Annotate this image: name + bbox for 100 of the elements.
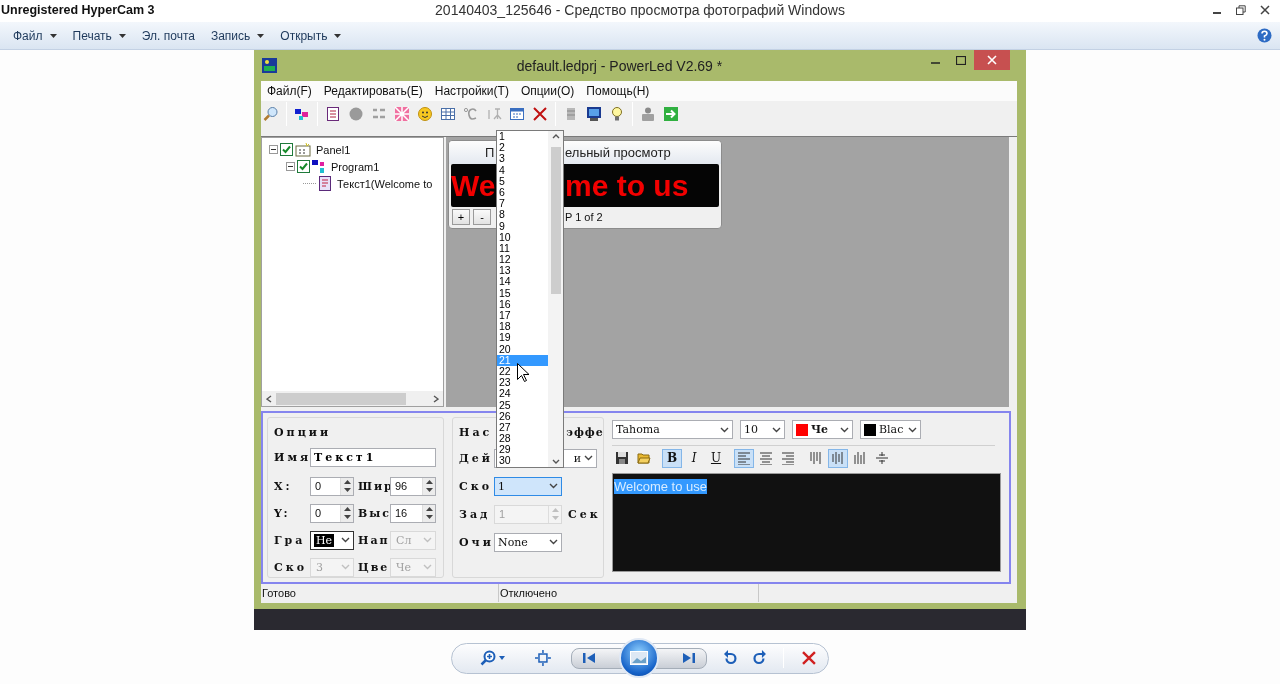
list-option[interactable]: 3 <box>497 153 548 165</box>
list-option[interactable]: 14 <box>497 276 548 288</box>
name-field[interactable]: Текст1 <box>310 447 436 467</box>
scroll-left-icon[interactable] <box>266 394 272 403</box>
list-option[interactable]: 7 <box>497 198 548 210</box>
dropdown-field[interactable]: 1 <box>494 476 562 496</box>
table-icon[interactable] <box>440 106 456 122</box>
list-option[interactable]: 8 <box>497 209 548 221</box>
list-option[interactable]: 4 <box>497 164 548 176</box>
chevron-icon[interactable] <box>549 539 558 545</box>
spin-field[interactable]: 0 <box>310 476 354 496</box>
scrollbar-thumb[interactable] <box>550 147 561 294</box>
computer-user-icon[interactable] <box>640 106 656 122</box>
smiley-icon[interactable] <box>417 106 433 122</box>
menu-item[interactable]: Запись <box>203 26 272 45</box>
chevron-icon[interactable] <box>772 426 781 433</box>
dropdown-field[interactable]: Не <box>310 530 354 550</box>
zoom-button[interactable]: + <box>452 209 470 225</box>
menu-item[interactable]: Помощь(H) <box>580 84 656 98</box>
chevron-icon[interactable] <box>549 483 558 489</box>
caret-icon[interactable] <box>49 33 57 38</box>
scrollbar-thumb[interactable] <box>276 392 406 405</box>
list-option[interactable]: 26 <box>497 410 548 422</box>
tree-item-label[interactable]: Panel1 <box>316 143 351 156</box>
monitor-icon[interactable] <box>586 106 602 122</box>
underline-button[interactable]: U <box>706 448 726 468</box>
menu-item[interactable]: Настройки(T) <box>428 84 515 98</box>
close-icon[interactable] <box>1260 5 1270 15</box>
bold-button[interactable]: B <box>662 448 682 468</box>
list-option[interactable]: 29 <box>497 444 548 456</box>
menu-item[interactable]: Файл(F) <box>261 84 318 98</box>
color-select[interactable]: Че <box>792 420 853 439</box>
list-option[interactable]: 16 <box>497 298 548 310</box>
delete-icon[interactable] <box>802 651 816 665</box>
list-option[interactable]: 19 <box>497 332 548 344</box>
list-option[interactable]: 28 <box>497 433 548 445</box>
spin-down-icon[interactable] <box>343 488 351 493</box>
collapse-icon[interactable] <box>286 162 295 171</box>
list-option[interactable]: 25 <box>497 399 548 411</box>
spin-up-icon[interactable] <box>425 479 433 484</box>
fit-to-window-icon[interactable] <box>535 650 551 666</box>
list-option[interactable]: 17 <box>497 310 548 322</box>
chevron-icon[interactable] <box>840 426 849 433</box>
pattern-icon[interactable] <box>394 106 410 122</box>
list-option[interactable]: 20 <box>497 343 548 355</box>
chevron-icon[interactable] <box>341 537 350 543</box>
size-select[interactable]: 10 <box>740 420 785 439</box>
menu-item[interactable]: Печать <box>65 26 133 45</box>
list-option[interactable]: 18 <box>497 321 548 333</box>
list-option[interactable]: 11 <box>497 242 548 255</box>
checkbox[interactable] <box>280 143 293 156</box>
spin-down-icon[interactable] <box>343 515 351 520</box>
slideshow-button[interactable] <box>619 638 660 678</box>
background-select[interactable]: Blac <box>860 420 921 439</box>
zoom-button[interactable]: - <box>473 209 491 225</box>
next-icon[interactable] <box>682 653 697 663</box>
chevron-icon[interactable] <box>584 455 593 461</box>
list-option[interactable]: 24 <box>497 388 548 400</box>
scroll-right-icon[interactable] <box>433 394 439 403</box>
restore-icon[interactable] <box>1236 5 1246 15</box>
caret-icon[interactable] <box>257 33 265 38</box>
tree-item-label[interactable]: Program1 <box>331 160 380 173</box>
calendar-icon[interactable] <box>509 106 525 122</box>
spin-down-icon[interactable] <box>425 515 433 520</box>
caret-icon[interactable] <box>334 33 342 38</box>
dropdown-field[interactable]: None <box>494 532 562 552</box>
list-option[interactable]: 1 <box>497 131 548 143</box>
list-option[interactable]: 12 <box>497 254 548 266</box>
chevron-icon[interactable] <box>720 426 729 433</box>
caret-icon[interactable] <box>118 33 126 38</box>
list-option[interactable]: 9 <box>497 220 548 232</box>
list-option[interactable]: 5 <box>497 175 548 187</box>
search-icon[interactable] <box>263 106 279 122</box>
zoom-in-icon[interactable] <box>480 650 496 666</box>
list-option[interactable]: 23 <box>497 377 548 389</box>
color-blocks-icon[interactable] <box>294 106 310 122</box>
help-icon[interactable] <box>1257 28 1272 43</box>
rotate-right-icon[interactable] <box>753 650 768 666</box>
italic-button[interactable]: I <box>684 448 704 468</box>
checkbox[interactable] <box>297 160 310 173</box>
spin-field[interactable]: 96 <box>390 476 436 496</box>
close-button[interactable] <box>974 50 1010 70</box>
list-option[interactable]: 6 <box>497 186 548 199</box>
menu-item[interactable]: Открыть <box>273 26 349 45</box>
bulb-icon[interactable] <box>609 106 625 122</box>
menu-item[interactable]: Эл. почта <box>134 26 202 45</box>
list-option[interactable]: 27 <box>497 421 548 434</box>
exit-arrow-icon[interactable] <box>663 106 679 122</box>
zoom-button[interactable] <box>480 650 505 666</box>
spin-up-icon[interactable] <box>343 506 351 511</box>
list-option[interactable]: 15 <box>497 287 548 299</box>
tree-item-label[interactable]: Текст1(Welcome to <box>337 177 433 190</box>
slideshow-icon[interactable] <box>630 651 649 665</box>
menu-item[interactable]: Файл <box>6 26 64 45</box>
menu-item[interactable]: Опции(O) <box>514 84 581 98</box>
spin-up-icon[interactable] <box>343 479 351 484</box>
spin-up-icon[interactable] <box>425 506 433 511</box>
list-option[interactable]: 2 <box>497 142 548 154</box>
list-option[interactable]: 30 <box>497 455 548 467</box>
rotate-left-icon[interactable] <box>723 650 738 666</box>
